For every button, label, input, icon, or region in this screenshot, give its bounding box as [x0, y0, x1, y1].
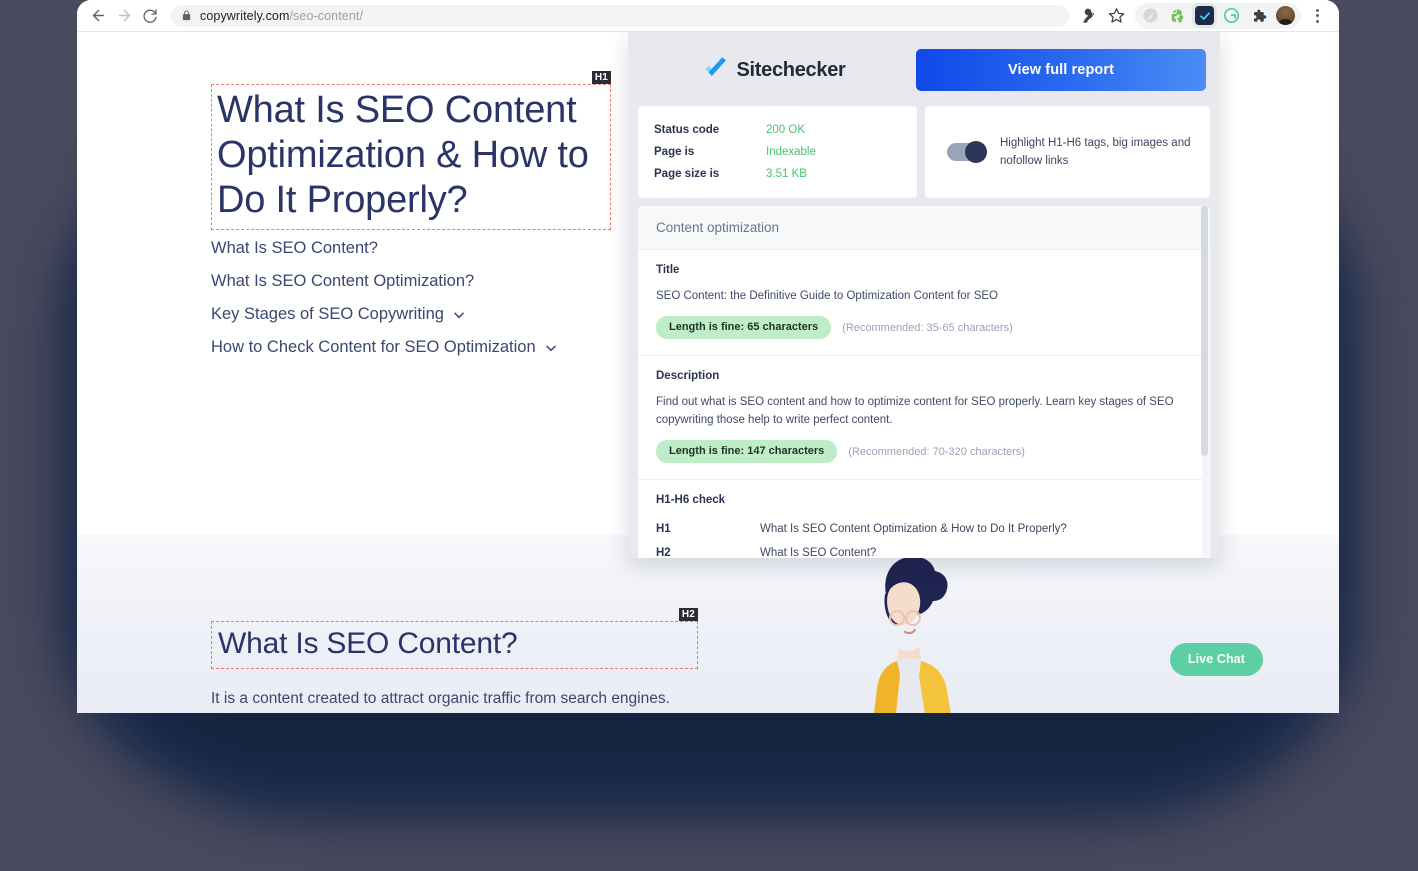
- toc-link-4[interactable]: How to Check Content for SEO Optimizatio…: [211, 338, 558, 357]
- live-chat-button[interactable]: Live Chat: [1169, 643, 1263, 676]
- heading-text: What Is SEO Content?: [760, 547, 877, 558]
- content-optimization-header: Content optimization: [638, 206, 1210, 250]
- h2-highlight-box: H2 What Is SEO Content?: [211, 608, 698, 669]
- title-length-badge: Length is fine: 65 characters: [656, 316, 832, 339]
- toc-link-label: How to Check Content for SEO Optimizatio…: [211, 338, 536, 356]
- stat-label: Status code: [654, 124, 720, 136]
- sitechecker-panel-header: Sitechecker View full report: [638, 42, 1210, 98]
- description-section-value: Find out what is SEO content and how to …: [656, 396, 1174, 426]
- panel-scrollbar-track[interactable]: [1201, 206, 1209, 558]
- sitechecker-logo-text: Sitechecker: [736, 58, 846, 81]
- headings-check-section: H1-H6 check H1 What Is SEO Content Optim…: [638, 480, 1210, 558]
- stat-value: 200 OK: [766, 124, 805, 136]
- woman-with-glasses-illustration: [874, 556, 951, 713]
- three-dots-menu-icon[interactable]: [1305, 3, 1329, 29]
- toc-link-2[interactable]: What Is SEO Content Optimization?: [211, 272, 558, 291]
- chevron-down-icon[interactable]: [452, 308, 466, 322]
- sitechecker-panel: Sitechecker View full report Status code…: [628, 32, 1220, 558]
- title-section-value: SEO Content: the Definitive Guide to Opt…: [656, 290, 998, 302]
- section-heading: What Is SEO Content?: [218, 627, 518, 660]
- title-section: Title SEO Content: the Definitive Guide …: [638, 250, 1210, 356]
- url-text: copywritely.com/seo-content/: [200, 9, 363, 23]
- title-recommendation: (Recommended: 35-65 characters): [842, 321, 1013, 334]
- stat-label: Page size is: [654, 168, 720, 180]
- h1-highlight-box: H1 What Is SEO Content Optimization & Ho…: [211, 71, 611, 230]
- description-section-heading: Description: [656, 370, 720, 382]
- stat-row: Status code 200 OK: [654, 119, 901, 141]
- title-badge-row: Length is fine: 65 characters (Recommend…: [656, 316, 1192, 339]
- toc-link-label: What Is SEO Content?: [211, 239, 378, 257]
- stat-label: Page is: [654, 146, 695, 158]
- table-of-contents: What Is SEO Content? What Is SEO Content…: [211, 239, 558, 357]
- blue-checkmark-icon: [703, 55, 728, 85]
- title-section-heading: Title: [656, 264, 680, 276]
- stat-value: 3.51 KB: [766, 168, 807, 180]
- highlight-toggle-label: Highlight H1-H6 tags, big images and nof…: [1000, 137, 1191, 167]
- heading-text: What Is SEO Content Optimization & How t…: [760, 523, 1067, 535]
- heading-row: H1 What Is SEO Content Optimization & Ho…: [656, 517, 1192, 541]
- description-length-badge: Length is fine: 147 characters: [656, 440, 838, 463]
- highlight-tags-toggle[interactable]: [947, 141, 987, 163]
- description-badge-row: Length is fine: 147 characters (Recommen…: [656, 440, 1192, 463]
- reload-icon[interactable]: [137, 3, 163, 29]
- page-status-card: Status code 200 OK Page is Indexable Pag…: [638, 106, 917, 198]
- extensions-group: [1135, 2, 1301, 29]
- stat-value: Indexable: [766, 146, 816, 158]
- stat-row: Page size is 3.51 KB: [654, 163, 901, 185]
- heading-level: H1: [656, 523, 671, 535]
- sitechecker-summary-cards: Status code 200 OK Page is Indexable Pag…: [638, 106, 1210, 198]
- headings-section-heading: H1-H6 check: [656, 494, 726, 506]
- browser-toolbar: copywritely.com/seo-content/: [77, 0, 1339, 32]
- lock-icon: [181, 10, 192, 21]
- bookmark-star-icon[interactable]: [1103, 3, 1129, 29]
- url-host: copywritely.com: [200, 8, 290, 23]
- toc-link-label: Key Stages of SEO Copywriting: [211, 305, 444, 323]
- toolbar-icon-group: [1077, 2, 1329, 29]
- stat-row: Page is Indexable: [654, 141, 901, 163]
- toc-link-3[interactable]: Key Stages of SEO Copywriting: [211, 305, 558, 324]
- toc-link-1[interactable]: What Is SEO Content?: [211, 239, 558, 258]
- sitechecker-extension-icon[interactable]: [1191, 3, 1218, 29]
- address-bar[interactable]: copywritely.com/seo-content/: [171, 4, 1069, 27]
- url-path: /seo-content/: [289, 8, 364, 23]
- section-body-text: It is a content created to attract organ…: [211, 690, 670, 707]
- chevron-down-icon[interactable]: [544, 341, 558, 355]
- heading-level: H2: [656, 547, 671, 558]
- toc-link-label: What Is SEO Content Optimization?: [211, 272, 475, 290]
- toggle-knob: [965, 141, 987, 163]
- extension-gray-circle-icon[interactable]: [1137, 3, 1164, 29]
- description-section: Description Find out what is SEO content…: [638, 356, 1210, 480]
- password-key-icon[interactable]: [1077, 3, 1103, 29]
- sitechecker-logo: Sitechecker: [640, 55, 916, 85]
- page-title: What Is SEO Content Optimization & How t…: [217, 89, 589, 221]
- heading-row: H2 What Is SEO Content?: [656, 541, 1192, 558]
- content-optimization-panel: Content optimization Title SEO Content: …: [638, 206, 1210, 558]
- profile-avatar-icon[interactable]: [1272, 3, 1299, 29]
- h2-tag-badge: H2: [678, 608, 698, 621]
- evernote-icon[interactable]: [1164, 3, 1191, 29]
- puzzle-piece-icon[interactable]: [1245, 3, 1272, 29]
- arrow-right-icon[interactable]: [111, 3, 137, 29]
- arrow-left-icon[interactable]: [85, 3, 111, 29]
- page-viewport: H1 What Is SEO Content Optimization & Ho…: [77, 32, 1339, 713]
- view-full-report-button[interactable]: View full report: [916, 49, 1206, 91]
- panel-scrollbar-thumb[interactable]: [1201, 206, 1208, 456]
- browser-window: copywritely.com/seo-content/ H1 What Is …: [77, 0, 1339, 713]
- description-recommendation: (Recommended: 70-320 characters): [848, 445, 1025, 458]
- grammarly-icon[interactable]: [1218, 3, 1245, 29]
- h1-tag-badge: H1: [591, 71, 611, 84]
- highlight-toggle-card: Highlight H1-H6 tags, big images and nof…: [925, 106, 1210, 198]
